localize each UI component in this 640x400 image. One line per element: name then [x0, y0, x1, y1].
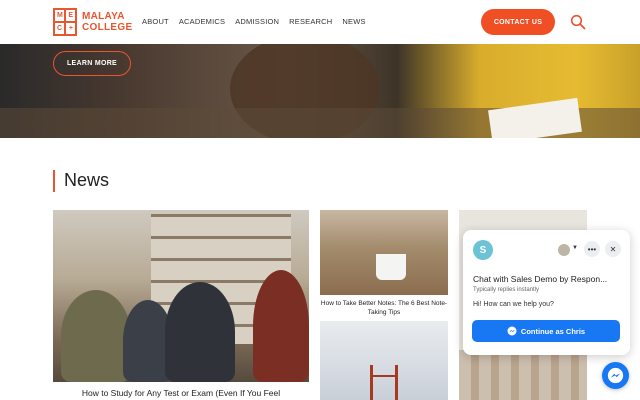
- nav-item-about[interactable]: ABOUT: [142, 17, 169, 26]
- news-card-bridge[interactable]: [320, 321, 448, 400]
- continue-as-label: Continue as Chris: [520, 326, 586, 336]
- news-card-caption[interactable]: How to Study for Any Test or Exam (Even …: [53, 388, 309, 398]
- news-card-study-tips[interactable]: How to Study for Any Test or Exam (Even …: [53, 210, 309, 400]
- chat-widget: S ▼ ••• ✕ Chat with Sales Demo by Respon…: [463, 230, 630, 355]
- page-avatar: S: [473, 240, 493, 260]
- messenger-icon: [607, 367, 624, 384]
- chat-subtitle: Typically replies instantly: [473, 287, 540, 293]
- continue-as-button[interactable]: Continue as Chris: [472, 320, 620, 342]
- news-card-image: [53, 210, 309, 382]
- user-avatar[interactable]: [558, 244, 570, 256]
- news-heading: News: [64, 170, 110, 190]
- logo-text: MALAYA COLLEGE: [82, 11, 132, 33]
- bridge-image: [370, 365, 398, 400]
- news-heading-accent: [53, 170, 55, 192]
- news-card-note-taking[interactable]: How to Take Better Notes: The 6 Best Not…: [320, 210, 448, 320]
- logo-line-2: COLLEGE: [82, 22, 133, 33]
- hero-photo-notebook: [488, 97, 582, 138]
- search-icon[interactable]: [570, 14, 586, 30]
- coffee-mug-image: [376, 254, 406, 280]
- news-card-caption[interactable]: How to Take Better Notes: The 6 Best Not…: [320, 299, 448, 317]
- site-header: M E C + MALAYA COLLEGE ABOUT ACADEMICS ADMI…: [0, 0, 640, 44]
- learn-more-button[interactable]: LEARN MORE: [53, 51, 131, 76]
- chat-title: Chat with Sales Demo by Respon...: [473, 274, 608, 284]
- close-icon[interactable]: ✕: [605, 241, 621, 257]
- news-card-image: [320, 210, 448, 295]
- nav-item-news[interactable]: NEWS: [342, 17, 365, 26]
- nav-item-academics[interactable]: ACADEMICS: [179, 17, 225, 26]
- student-figure: [165, 282, 235, 382]
- contact-us-button[interactable]: CONTACT US: [481, 9, 555, 35]
- logo-line-1: MALAYA: [82, 11, 125, 22]
- nav-item-admission[interactable]: ADMISSION: [235, 17, 279, 26]
- hero-banner: LEARN MORE: [0, 44, 640, 138]
- chat-greeting: Hi! How can we help you?: [473, 301, 554, 308]
- main-nav: ABOUT ACADEMICS ADMISSION RESEARCH NEWS: [142, 17, 366, 26]
- student-figure: [253, 270, 309, 382]
- more-options-icon[interactable]: •••: [584, 241, 600, 257]
- student-figure: [61, 290, 131, 382]
- logo-mark-icon: M E C +: [53, 8, 77, 36]
- messenger-icon: [507, 326, 517, 336]
- messenger-launcher-button[interactable]: [602, 362, 629, 389]
- nav-item-research[interactable]: RESEARCH: [289, 17, 332, 26]
- college-logo[interactable]: M E C + MALAYA COLLEGE: [53, 8, 132, 36]
- chevron-down-icon[interactable]: ▼: [572, 245, 578, 251]
- book-stack-image: [459, 350, 587, 400]
